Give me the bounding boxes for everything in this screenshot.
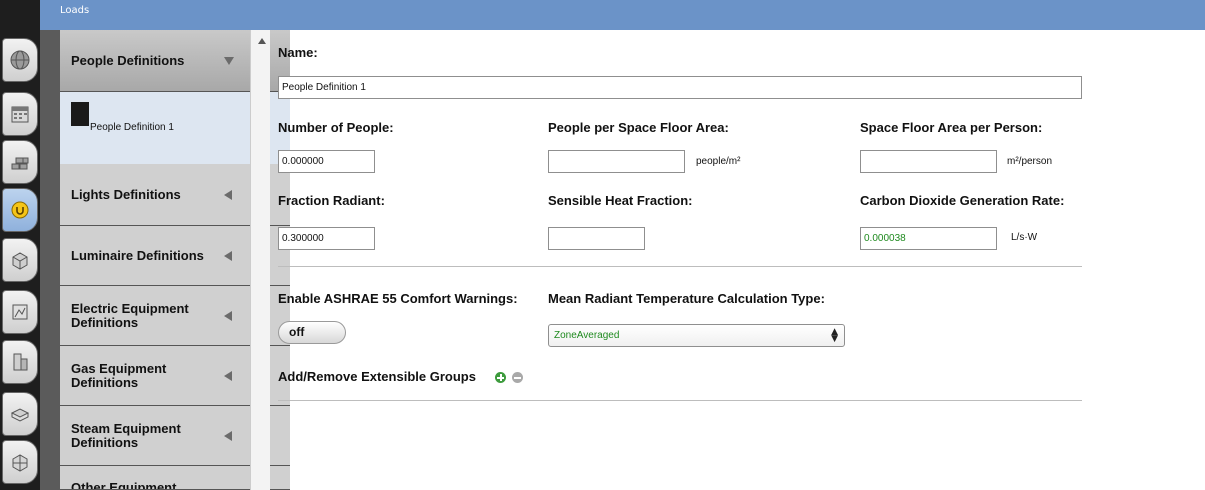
co2-rate-unit: L/s·W [1011, 232, 1038, 243]
name-field[interactable] [278, 76, 1082, 99]
site-tab[interactable] [2, 38, 38, 82]
people-per-area-unit: people/m² [696, 156, 741, 167]
toggle-state: off [289, 325, 305, 339]
facility-tab[interactable] [2, 340, 38, 384]
area-per-person-unit: m²/person [1007, 156, 1053, 167]
scroll-up-icon[interactable] [258, 38, 266, 44]
loads-tab[interactable] [2, 188, 38, 232]
schedules-tab[interactable] [2, 92, 38, 136]
people-per-area-field[interactable] [548, 150, 685, 173]
mrt-calc-type-select[interactable]: ZoneAveraged ▲ ▼ [548, 324, 845, 347]
icon-tab-strip [0, 0, 40, 490]
thermal-zones-tab[interactable] [2, 440, 38, 484]
loads-plug-icon [11, 201, 29, 219]
spaces-tab[interactable] [2, 392, 38, 436]
construction-icon [11, 157, 29, 170]
constructions-tab[interactable] [2, 140, 38, 184]
category-label: Luminaire Definitions [71, 247, 204, 263]
category-scrollbar[interactable] [250, 30, 270, 490]
chevron-left-icon [224, 250, 232, 261]
category-label: Steam Equipment Definitions [71, 420, 181, 450]
remove-group-icon[interactable] [512, 372, 523, 383]
divider [278, 400, 1082, 401]
panel-title: Loads [60, 5, 90, 16]
chevron-left-icon [224, 189, 232, 200]
thermal-zones-icon [12, 454, 28, 472]
geometry-icon [12, 304, 28, 320]
co2-rate-label: Carbon Dioxide Generation Rate: [860, 193, 1065, 208]
name-label: Name: [278, 45, 318, 60]
chevron-left-icon [224, 370, 232, 381]
definition-form: Name: Number of People: People per Space… [270, 30, 1205, 490]
add-group-icon[interactable] [495, 372, 506, 383]
divider [278, 266, 1082, 267]
space-types-tab[interactable] [2, 238, 38, 282]
fraction-radiant-field[interactable] [278, 227, 375, 250]
list-item-label: People Definition 1 [90, 122, 174, 133]
person-icon [71, 102, 89, 126]
fraction-radiant-label: Fraction Radiant: [278, 193, 385, 208]
area-per-person-label: Space Floor Area per Person: [860, 120, 1043, 135]
category-label: Gas Equipment Definitions [71, 360, 167, 390]
calendar-icon [11, 106, 29, 123]
mrt-calc-type-label: Mean Radiant Temperature Calculation Typ… [548, 291, 825, 306]
area-per-person-field[interactable] [860, 150, 997, 173]
facility-icon [13, 353, 28, 371]
co2-rate-field[interactable] [860, 227, 997, 250]
ashrae-warnings-label: Enable ASHRAE 55 Comfort Warnings: [278, 291, 518, 306]
select-value: ZoneAveraged [554, 330, 620, 341]
panel-header: Loads [40, 0, 1205, 30]
num-people-label: Number of People: [278, 120, 394, 135]
spaces-icon [10, 408, 30, 422]
sensible-heat-field[interactable] [548, 227, 645, 250]
globe-icon [10, 50, 30, 70]
chevron-left-icon [224, 310, 232, 321]
sensible-heat-label: Sensible Heat Fraction: [548, 193, 693, 208]
category-label: People Definitions [71, 52, 185, 68]
category-label: Lights Definitions [71, 186, 181, 202]
num-people-field[interactable] [278, 150, 375, 173]
space-types-icon [12, 252, 28, 270]
extensible-groups-label: Add/Remove Extensible Groups [278, 369, 476, 384]
chevron-left-icon [224, 430, 232, 441]
geometry-tab[interactable] [2, 290, 38, 334]
ashrae-warnings-toggle[interactable]: off [278, 321, 346, 344]
category-label: Electric Equipment Definitions [71, 300, 189, 330]
category-list: People Definitions People Definition 1 L… [40, 30, 290, 490]
chevron-down-icon [224, 56, 234, 65]
category-label: Other Equipment [71, 480, 177, 490]
updown-arrows-icon: ▲ ▼ [831, 327, 838, 344]
people-per-area-label: People per Space Floor Area: [548, 120, 729, 135]
